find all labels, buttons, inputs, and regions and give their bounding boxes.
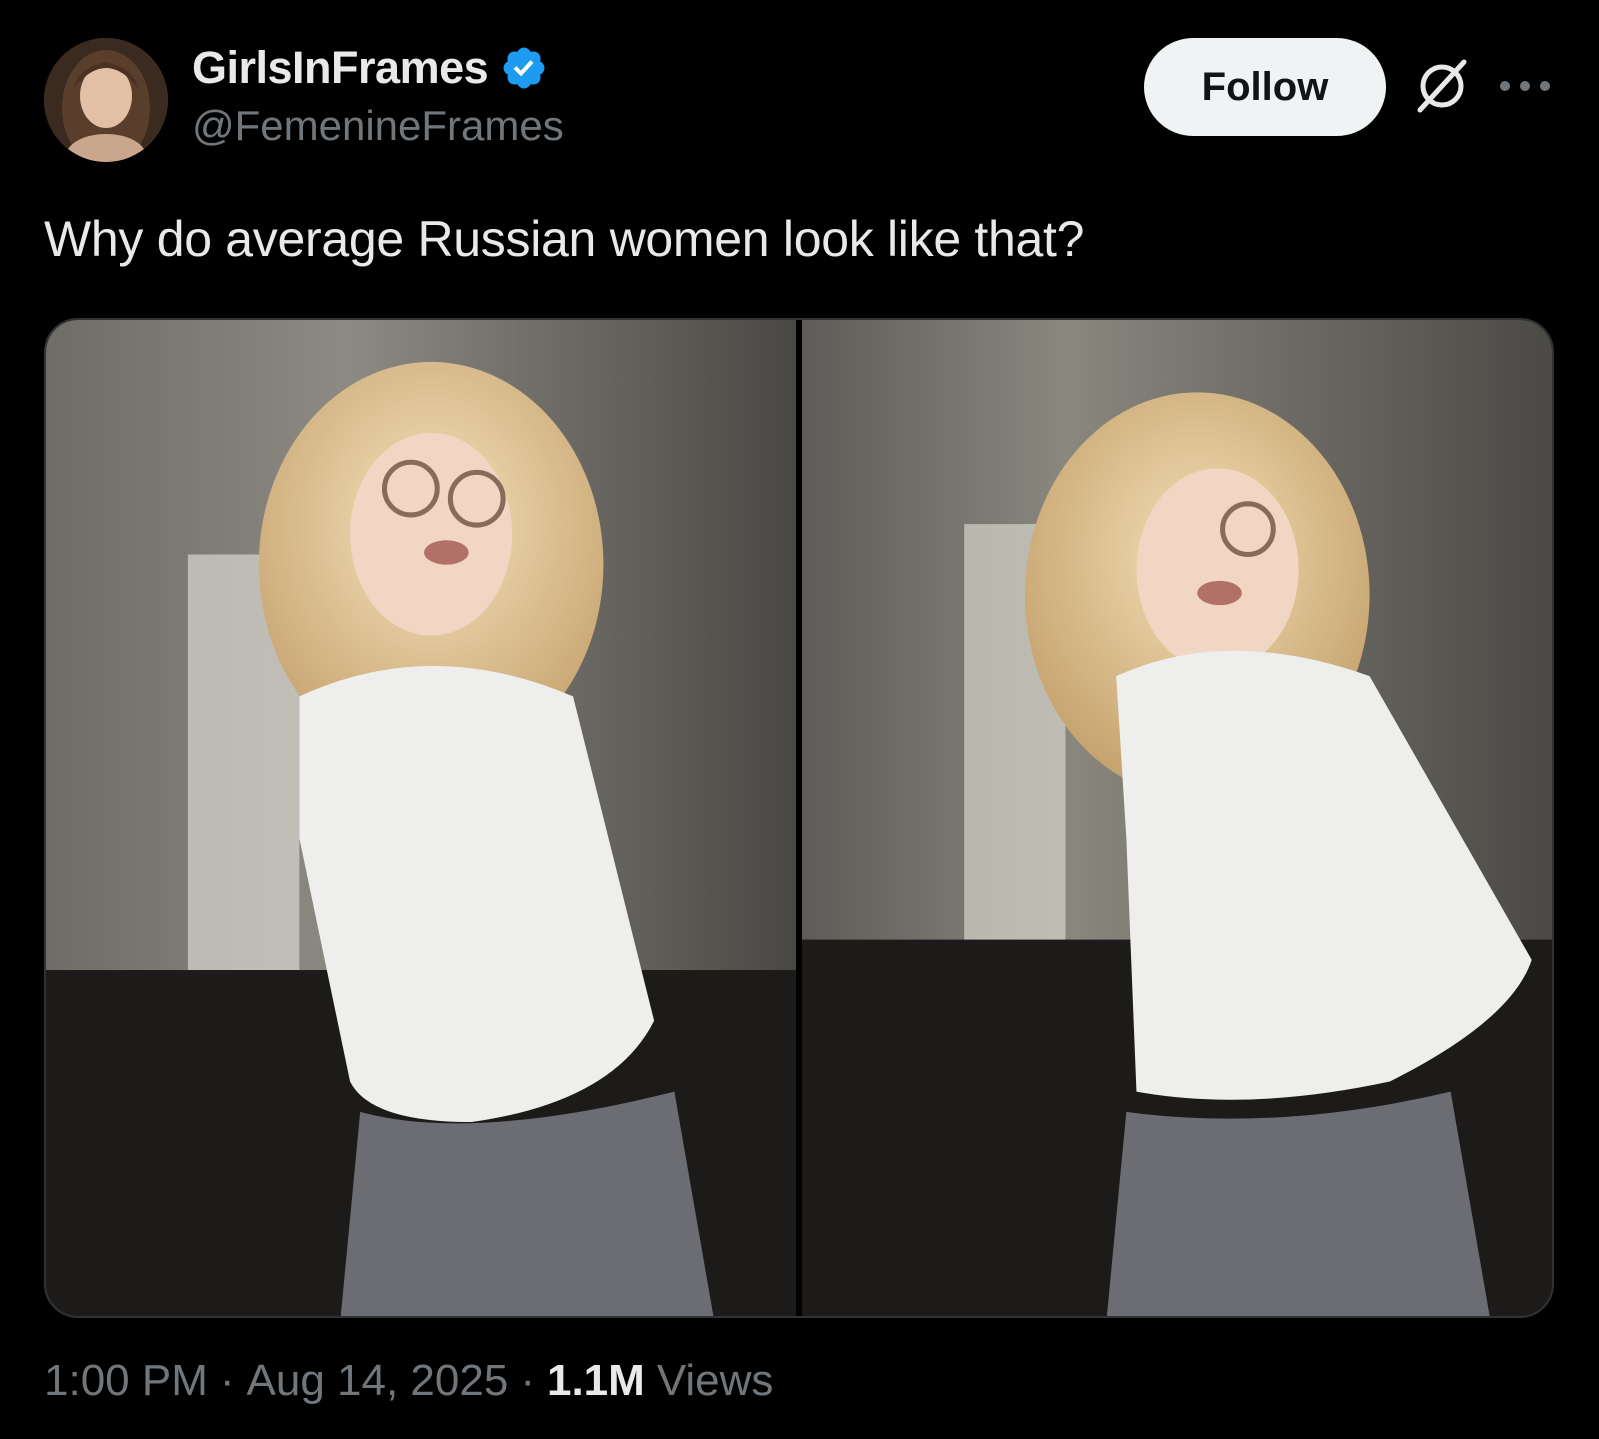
photo-1[interactable] — [46, 320, 796, 1316]
tweet-date[interactable]: Aug 14, 2025 — [247, 1356, 509, 1406]
author-name-row[interactable]: GirlsInFrames — [192, 40, 548, 96]
tweet: GirlsInFrames @FemenineFrames Follow Why… — [0, 0, 1599, 1439]
verified-badge-icon — [503, 47, 545, 89]
photo-icon — [802, 320, 1552, 1316]
photo-icon — [46, 320, 796, 1316]
avatar-image — [44, 38, 168, 162]
meta-separator: · — [520, 1356, 535, 1405]
grok-icon[interactable] — [1412, 56, 1472, 116]
tweet-meta: 1:00 PM · Aug 14, 2025 · 1.1M Views — [44, 1356, 773, 1406]
avatar[interactable] — [44, 38, 168, 162]
views-count[interactable]: 1.1M — [547, 1356, 645, 1406]
tweet-text: Why do average Russian women look like t… — [44, 211, 1085, 267]
meta-separator: · — [219, 1356, 235, 1405]
author-handle[interactable]: @FemenineFrames — [192, 102, 564, 150]
tweet-time[interactable]: 1:00 PM — [44, 1356, 208, 1406]
views-label: Views — [656, 1356, 774, 1405]
photo-2[interactable] — [802, 320, 1552, 1316]
display-name[interactable]: GirlsInFrames — [192, 42, 489, 94]
more-options-icon[interactable] — [1497, 72, 1553, 100]
media-grid — [44, 318, 1554, 1318]
follow-button[interactable]: Follow — [1144, 38, 1386, 136]
